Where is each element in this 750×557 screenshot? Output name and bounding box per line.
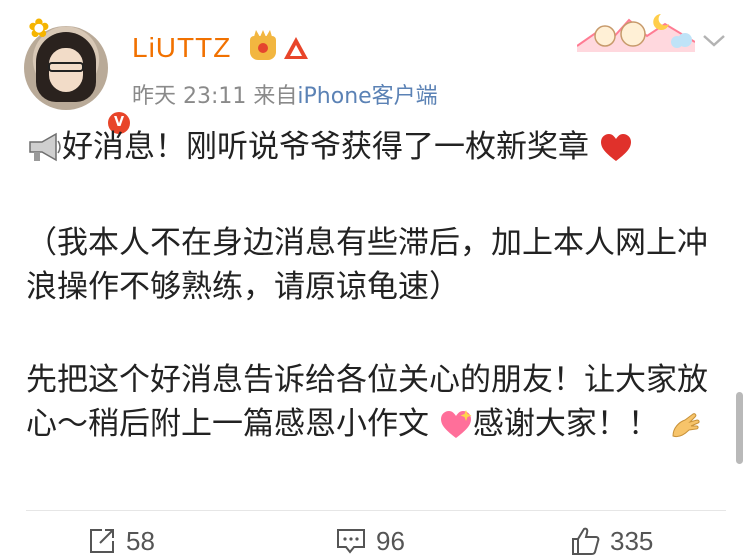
source-link[interactable]: iPhone客户端 — [297, 84, 437, 109]
megaphone-icon — [29, 132, 61, 162]
like-count: 335 — [610, 525, 654, 556]
action-bar: 58 96 335 — [0, 515, 750, 557]
scrollbar[interactable] — [736, 392, 743, 464]
post-paragraph: 好消息！刚听说爷爷获得了一枚新奖章 — [26, 125, 726, 169]
ok-hand-icon — [672, 413, 700, 437]
repost-count: 58 — [126, 525, 155, 556]
divider — [26, 510, 726, 511]
sunflower-icon: ✿ — [28, 14, 50, 44]
comment-button[interactable]: 96 — [336, 525, 405, 557]
thumbs-up-icon — [572, 527, 600, 555]
username[interactable]: LiUTTZ — [132, 30, 231, 66]
red-heart-icon — [600, 134, 631, 161]
paragraph-text: 好消息！刚听说爷爷获得了一枚新奖章 — [62, 129, 589, 165]
paragraph-text: 感谢大家！！ — [472, 406, 659, 442]
level-icon[interactable] — [283, 36, 309, 60]
sparkling-heart-icon — [440, 410, 472, 438]
chevron-down-icon[interactable] — [700, 30, 728, 50]
comment-icon — [337, 529, 365, 554]
crown-icon[interactable] — [250, 36, 276, 60]
post-meta: 昨天 23:11 来自iPhone客户端 — [132, 82, 438, 112]
card-decoration-icon — [577, 14, 695, 52]
post-header: V ✿ LiUTTZ 昨天 23:11 来自iPhone客户端 — [0, 0, 750, 136]
post-time: 昨天 23:11 — [132, 84, 247, 109]
post-paragraph: （我本人不在身边消息有些滞后，加上本人网上冲浪操作不够熟练，请原谅龟速） — [26, 225, 708, 305]
comment-count: 96 — [376, 525, 405, 556]
repost-button[interactable]: 58 — [88, 525, 155, 557]
like-button[interactable]: 335 — [570, 525, 653, 557]
post-paragraph: 先把这个好消息告诉给各位关心的朋友！让大家放心～稍后附上一篇感恩小作文 感谢大家… — [26, 358, 726, 446]
repost-icon — [90, 529, 114, 553]
source-prefix: 来自 — [253, 84, 298, 109]
